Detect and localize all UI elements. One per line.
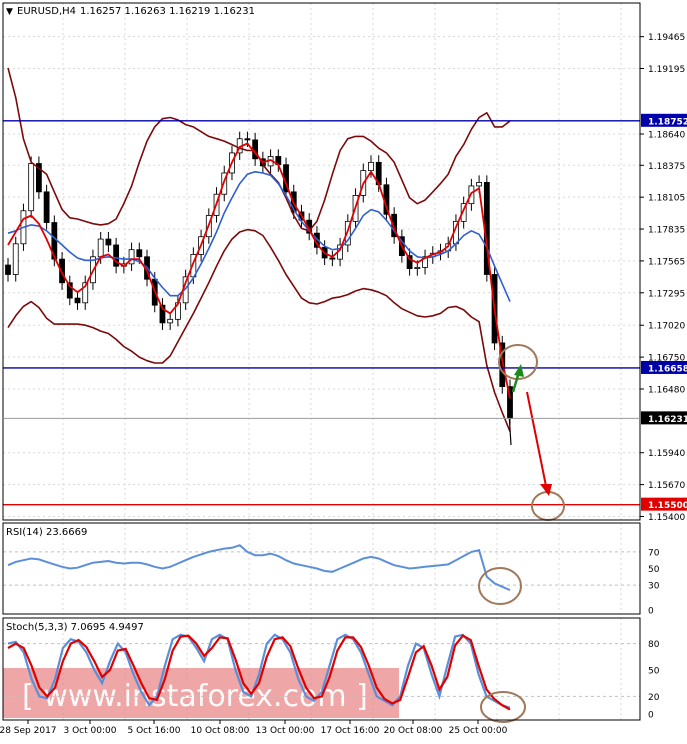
candlestick [113,237,120,274]
annotation-circle [531,491,565,521]
green-arrow-head-icon [514,364,524,377]
level-price-label: 1.15500 [648,501,687,511]
current-price-label: 1.16231 [648,415,687,425]
price-tick-label: 1.15940 [648,449,685,459]
candle-body-bull [12,243,19,275]
price-tick-label: 1.17565 [648,257,685,267]
candlestick [167,312,174,330]
candlestick [35,156,42,199]
candlestick [128,242,135,271]
candle-body-bear [244,138,251,141]
symbol-label: EURUSD,H4 [17,6,76,17]
candle-body-bull [97,238,104,258]
candle-body-bull [476,182,483,187]
time-tick-label: 20 Oct 08:00 [384,726,443,736]
candle-body-bear [105,238,112,246]
candle-body-bear [5,264,11,275]
candlestick [43,184,50,230]
time-tick-label: 5 Oct 16:00 [128,726,181,736]
time-tick-label: 25 Oct 00:00 [449,726,508,736]
panel-frame [2,522,641,615]
red-arrow-head-icon [540,484,552,496]
rsi-tick-label: 50 [648,565,660,575]
candlestick [252,132,259,166]
price-tick-label: 1.19195 [648,65,685,75]
price-tick-label: 1.17835 [648,226,685,236]
chart-header: ▼ EURUSD,H4 1.16257 1.16263 1.16219 1.16… [6,6,255,17]
rsi-tick-label: 0 [648,607,654,617]
price-tick-label: 1.18640 [648,131,685,141]
price-tick-label: 1.18105 [648,194,685,204]
candlestick [28,156,35,218]
price-tick-label: 1.15670 [648,481,685,491]
price-tick-label: 1.18375 [648,162,685,172]
header-arrow-icon[interactable]: ▼ [6,7,13,17]
candle-body-bull [414,267,421,269]
time-tick-label: 28 Sep 2017 [0,726,57,736]
candle-body-bear [136,249,143,258]
moving-average-slow-line [7,171,511,302]
moving-average-fast-line [7,142,511,399]
candle-body-bear [43,191,50,223]
price-tick-label: 1.17020 [648,322,685,332]
candlestick [12,236,19,282]
time-tick-label: 3 Oct 00:00 [64,726,117,736]
rsi-panel [3,544,640,605]
watermark: [ www.instaforex.com ] [3,668,399,718]
time-tick-label: 10 Oct 08:00 [191,726,250,736]
stoch-tick-label: 20 [648,693,660,703]
level-price-label: 1.16658 [648,364,687,374]
candle-body-bull [167,318,174,324]
candlestick [329,250,336,267]
ohlc-values: 1.16257 1.16263 1.16219 1.16231 [80,6,255,17]
price-tick-label: 1.16480 [648,385,685,395]
time-tick-label: 13 Oct 00:00 [256,726,315,736]
stoch-label: Stoch(5,3,3) 7.0695 4.9497 [6,622,144,633]
grid-lines [3,3,640,720]
panel-frames [2,2,641,721]
candlestick [105,231,112,253]
candlestick [5,257,11,282]
stoch-tick-label: 50 [648,667,660,677]
price-tick-label: 1.15400 [648,513,685,523]
candlestick [422,249,428,275]
rsi-label: RSI(14) 23.6669 [6,527,87,538]
candle-body-bear [74,297,81,304]
level-price-label: 1.18752 [648,117,687,127]
main-price-chart [3,67,640,521]
stoch-tick-label: 0 [648,711,654,721]
rsi-tick-label: 70 [648,548,660,558]
price-tick-label: 1.17295 [648,289,685,299]
candle-body-bear [329,257,336,260]
rsi-tick-label: 30 [648,582,660,592]
chart-window: [ www.instaforex.com ] 1.19465 1.19195 1.1… [0,0,687,740]
chart-canvas: [ www.instaforex.com ] 1.19465 1.19195 1.1… [0,2,687,736]
candle-body-bull [28,163,35,212]
price-tick-label: 1.19465 [648,33,685,43]
candle-body-bull [368,161,374,172]
stoch-tick-label: 80 [648,640,660,650]
red-arrow-icon [526,391,547,487]
time-tick-label: 17 Oct 16:00 [321,726,380,736]
candlestick [66,275,73,306]
candlestick [74,291,81,310]
